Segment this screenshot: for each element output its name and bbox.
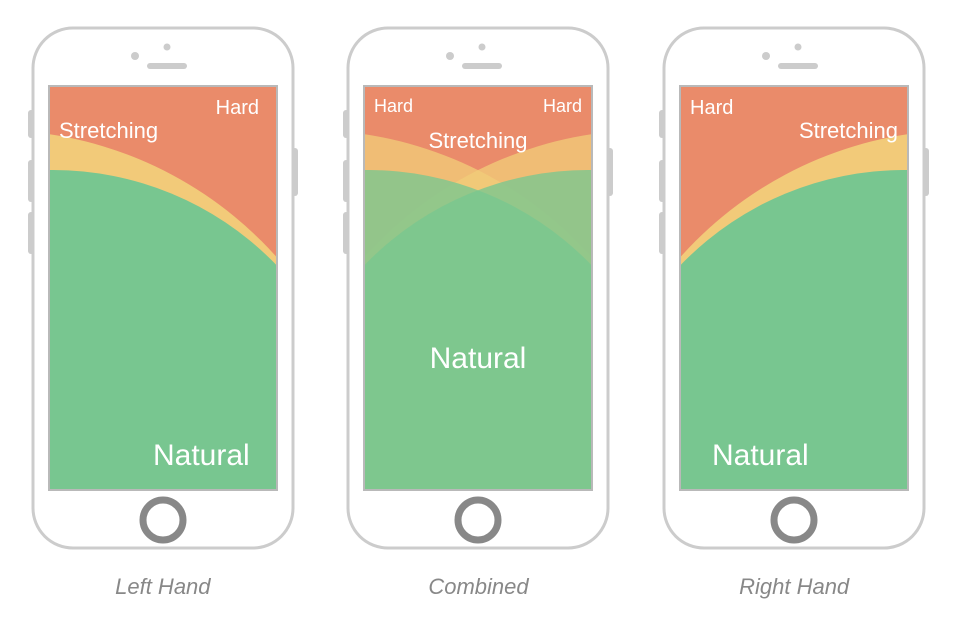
phone-left-hand: Hard Stretching Natural Left Hand	[23, 20, 303, 600]
phone-right-svg: Hard Stretching Natural	[654, 20, 934, 560]
label-hard-right: Hard	[543, 96, 582, 116]
caption-left: Left Hand	[115, 574, 210, 600]
phone-left-svg: Hard Stretching Natural	[23, 20, 303, 560]
label-stretching: Stretching	[59, 118, 158, 143]
caption-right: Right Hand	[739, 574, 849, 600]
label-natural: Natural	[153, 439, 250, 472]
label-hard: Hard	[215, 97, 258, 119]
label-natural: Natural	[430, 342, 527, 375]
label-stretching: Stretching	[799, 118, 898, 143]
label-natural: Natural	[712, 439, 809, 472]
phone-right-hand: Hard Stretching Natural Right Hand	[654, 20, 934, 600]
phone-combined: Hard Hard Stretching Natural Combined	[338, 20, 618, 600]
label-hard: Hard	[690, 97, 733, 119]
label-stretching: Stretching	[429, 128, 528, 153]
caption-combined: Combined	[428, 574, 528, 600]
thumb-zone-diagram: Hard Stretching Natural Left Hand	[0, 0, 957, 600]
label-hard-left: Hard	[374, 96, 413, 116]
phone-combined-svg: Hard Hard Stretching Natural	[338, 20, 618, 560]
